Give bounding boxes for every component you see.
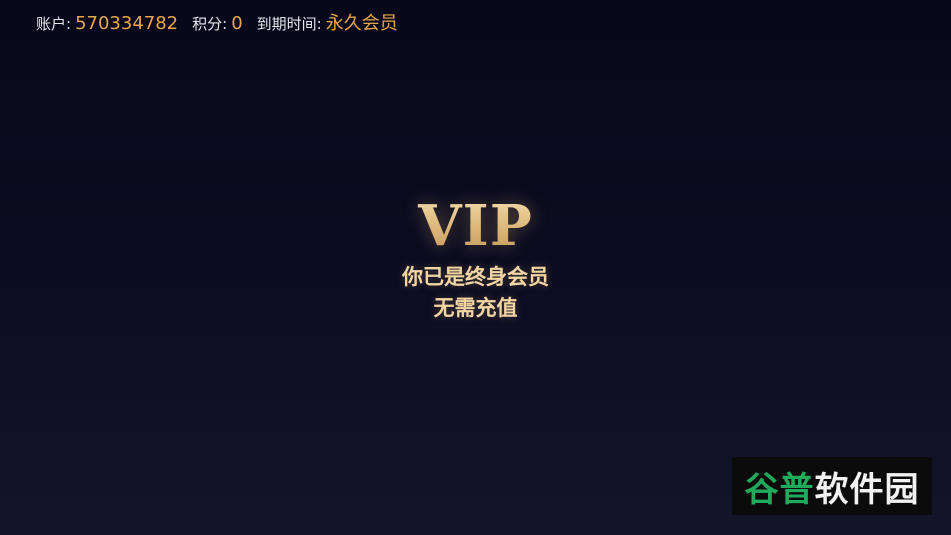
watermark-white-text: 软件园 <box>814 469 920 510</box>
expiry-label: 到期时间: <box>256 15 322 33</box>
watermark-green-text: 谷普 <box>744 469 815 510</box>
points-value: 0 <box>231 13 243 34</box>
points-label: 积分: <box>192 15 228 33</box>
account-value: 570334782 <box>75 13 179 34</box>
account-info-bar: 账户: 570334782 积分: 0 到期时间: 永久会员 <box>36 9 398 35</box>
account-label: 账户: <box>36 15 72 33</box>
watermark-logo: 谷普 软件园 <box>732 457 932 515</box>
vip-lifetime-message: 你已是终身会员 <box>402 265 549 289</box>
expiry-value: 永久会员 <box>325 13 398 34</box>
vip-status-panel: VIP 你已是终身会员 无需充值 <box>0 190 951 324</box>
vip-no-recharge-message: 无需充值 <box>433 296 518 320</box>
vip-title: VIP <box>0 190 951 262</box>
